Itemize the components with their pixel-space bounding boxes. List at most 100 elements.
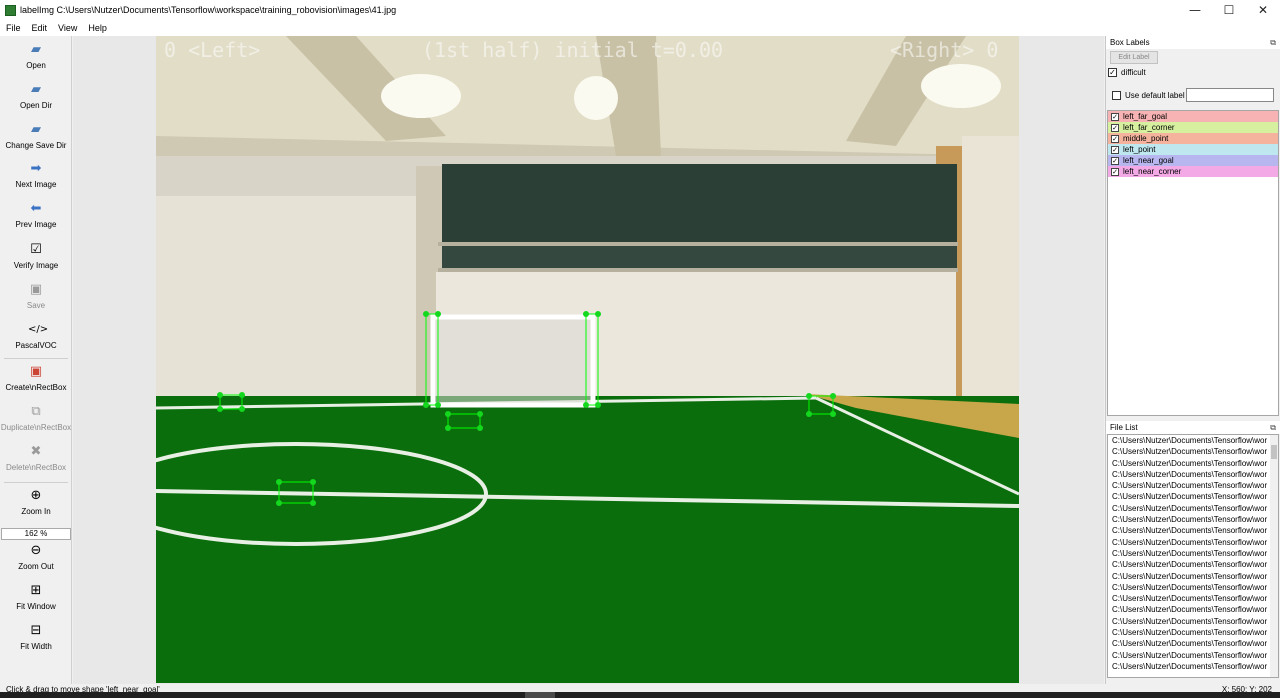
- file-item[interactable]: C:\Users\Nutzer\Documents\Tensorflow\wor: [1108, 469, 1278, 480]
- right-panel: Box Labels ⧉ Edit Label ✓ difficult Use …: [1105, 36, 1280, 684]
- box-labels-title-text: Box Labels: [1110, 38, 1150, 47]
- menu-help[interactable]: Help: [82, 23, 112, 33]
- label-checkbox[interactable]: ✓: [1111, 112, 1119, 121]
- open-dir-button[interactable]: ▰ Open Dir: [0, 82, 72, 110]
- file-item[interactable]: C:\Users\Nutzer\Documents\Tensorflow\wor: [1108, 458, 1278, 469]
- annotated-image[interactable]: 0 <Left> (1st half) initial t=0.00 <Righ…: [156, 36, 1019, 683]
- file-item[interactable]: C:\Users\Nutzer\Documents\Tensorflow\wor: [1108, 537, 1278, 548]
- difficult-checkbox-row[interactable]: ✓ difficult: [1108, 68, 1146, 77]
- create-box-icon: ▣: [29, 364, 43, 379]
- window-title: labelImg C:\Users\Nutzer\Documents\Tenso…: [20, 5, 397, 15]
- save-label: Save: [26, 301, 46, 310]
- use-default-label-row[interactable]: Use default label: [1112, 91, 1185, 100]
- field-scene: [156, 36, 1019, 683]
- menu-edit[interactable]: Edit: [26, 23, 53, 33]
- file-item[interactable]: C:\Users\Nutzer\Documents\Tensorflow\wor: [1108, 446, 1278, 457]
- label-checkbox[interactable]: ✓: [1111, 134, 1119, 143]
- file-item[interactable]: C:\Users\Nutzer\Documents\Tensorflow\wor: [1108, 593, 1278, 604]
- verify-image-button[interactable]: ☑ Verify Image: [0, 242, 72, 270]
- file-item[interactable]: C:\Users\Nutzer\Documents\Tensorflow\wor: [1108, 559, 1278, 570]
- file-item[interactable]: C:\Users\Nutzer\Documents\Tensorflow\wor: [1108, 548, 1278, 559]
- change-save-dir-label: Change Save Dir: [5, 141, 67, 150]
- folder-icon: ▰: [31, 82, 41, 97]
- label-item-left-near-corner[interactable]: ✓ left_near_corner: [1108, 166, 1278, 177]
- file-item[interactable]: C:\Users\Nutzer\Documents\Tensorflow\wor: [1108, 582, 1278, 593]
- default-label-input[interactable]: [1186, 88, 1274, 102]
- difficult-label: difficult: [1121, 68, 1146, 77]
- delete-rectbox-button[interactable]: ✖ Delete\nRectBox: [0, 444, 72, 472]
- folder-save-icon: ▰: [31, 122, 41, 137]
- label-item-left-far-corner[interactable]: ✓ left_far_corner: [1108, 122, 1278, 133]
- menu-view[interactable]: View: [52, 23, 82, 33]
- difficult-checkbox[interactable]: ✓: [1108, 68, 1117, 77]
- label-item-middle-point[interactable]: ✓ middle_point: [1108, 133, 1278, 144]
- edit-label-button[interactable]: Edit Label: [1110, 51, 1158, 64]
- open-label: Open: [26, 61, 46, 70]
- file-item[interactable]: C:\Users\Nutzer\Documents\Tensorflow\wor: [1108, 616, 1278, 627]
- label-name: left_point: [1123, 145, 1156, 154]
- label-item-left-near-goal[interactable]: ✓ left_near_goal: [1108, 155, 1278, 166]
- label-name: left_far_goal: [1123, 112, 1168, 121]
- prev-image-button[interactable]: ⬅ Prev Image: [0, 201, 72, 229]
- label-checkbox[interactable]: ✓: [1111, 145, 1119, 154]
- format-label: PascalVOC: [15, 341, 57, 350]
- menu-file[interactable]: File: [0, 23, 26, 33]
- window-controls: — ☐ ✕: [1178, 0, 1280, 20]
- file-item[interactable]: C:\Users\Nutzer\Documents\Tensorflow\wor: [1108, 627, 1278, 638]
- file-item[interactable]: C:\Users\Nutzer\Documents\Tensorflow\wor: [1108, 435, 1278, 446]
- file-item[interactable]: C:\Users\Nutzer\Documents\Tensorflow\wor: [1108, 491, 1278, 502]
- use-default-label-checkbox[interactable]: [1112, 91, 1121, 100]
- file-list-title: File List ⧉: [1106, 421, 1280, 434]
- file-item[interactable]: C:\Users\Nutzer\Documents\Tensorflow\wor: [1108, 480, 1278, 491]
- arrow-right-icon: ➡: [30, 161, 42, 176]
- toolbar-divider: [4, 482, 68, 483]
- file-item[interactable]: C:\Users\Nutzer\Documents\Tensorflow\wor: [1108, 514, 1278, 525]
- file-item[interactable]: C:\Users\Nutzer\Documents\Tensorflow\wor: [1108, 604, 1278, 615]
- format-button[interactable]: </> PascalVOC: [0, 322, 72, 350]
- file-item[interactable]: C:\Users\Nutzer\Documents\Tensorflow\wor: [1108, 571, 1278, 582]
- fit-width-button[interactable]: ⊟ Fit Width: [0, 623, 72, 651]
- panel-float-icon[interactable]: ⧉: [1270, 421, 1276, 434]
- maximize-button[interactable]: ☐: [1212, 0, 1246, 20]
- label-item-left-far-goal[interactable]: ✓ left_far_goal: [1108, 111, 1278, 122]
- toolbar-divider: [4, 358, 68, 359]
- panel-float-icon[interactable]: ⧉: [1270, 36, 1276, 49]
- taskbar: [0, 692, 1280, 698]
- file-item[interactable]: C:\Users\Nutzer\Documents\Tensorflow\wor: [1108, 661, 1278, 672]
- file-item[interactable]: C:\Users\Nutzer\Documents\Tensorflow\wor: [1108, 525, 1278, 536]
- verify-image-label: Verify Image: [13, 261, 59, 270]
- label-checkbox[interactable]: ✓: [1111, 123, 1119, 132]
- zoom-out-button[interactable]: ⊖ Zoom Out: [0, 543, 72, 571]
- minimize-button[interactable]: —: [1178, 0, 1212, 20]
- zoom-in-button[interactable]: ⊕ Zoom In: [0, 488, 72, 516]
- label-name: left_near_goal: [1123, 156, 1174, 165]
- open-button[interactable]: ▰ Open: [0, 42, 72, 70]
- duplicate-rectbox-label: Duplicate\nRectBox: [0, 423, 72, 432]
- label-item-left-point[interactable]: ✓ left_point: [1108, 144, 1278, 155]
- file-item[interactable]: C:\Users\Nutzer\Documents\Tensorflow\wor: [1108, 638, 1278, 649]
- next-image-label: Next Image: [15, 180, 57, 189]
- label-list[interactable]: ✓ left_far_goal ✓ left_far_corner ✓ midd…: [1107, 110, 1279, 416]
- file-item[interactable]: C:\Users\Nutzer\Documents\Tensorflow\wor: [1108, 503, 1278, 514]
- label-checkbox[interactable]: ✓: [1111, 167, 1119, 176]
- fit-window-button[interactable]: ⊞ Fit Window: [0, 583, 72, 611]
- open-dir-label: Open Dir: [19, 101, 52, 110]
- scrollbar-thumb[interactable]: [1271, 445, 1277, 459]
- label-checkbox[interactable]: ✓: [1111, 156, 1119, 165]
- delete-rectbox-label: Delete\nRectBox: [5, 463, 67, 472]
- label-name: left_far_corner: [1123, 123, 1175, 132]
- file-list-scrollbar[interactable]: [1270, 435, 1278, 677]
- file-list[interactable]: C:\Users\Nutzer\Documents\Tensorflow\wor…: [1107, 434, 1279, 678]
- create-rectbox-button[interactable]: ▣ Create\nRectBox: [0, 364, 72, 392]
- prev-image-label: Prev Image: [15, 220, 57, 229]
- duplicate-rectbox-button[interactable]: ⧉ Duplicate\nRectBox: [0, 404, 72, 432]
- change-save-dir-button[interactable]: ▰ Change Save Dir: [0, 122, 72, 150]
- next-image-button[interactable]: ➡ Next Image: [0, 161, 72, 189]
- zoom-level-field[interactable]: 162 %: [1, 528, 71, 540]
- save-button[interactable]: ▣ Save: [0, 282, 72, 310]
- fit-window-label: Fit Window: [16, 602, 56, 611]
- file-item[interactable]: C:\Users\Nutzer\Documents\Tensorflow\wor: [1108, 650, 1278, 661]
- taskbar-active-app[interactable]: [525, 692, 555, 698]
- create-rectbox-label: Create\nRectBox: [5, 383, 67, 392]
- close-button[interactable]: ✕: [1246, 0, 1280, 20]
